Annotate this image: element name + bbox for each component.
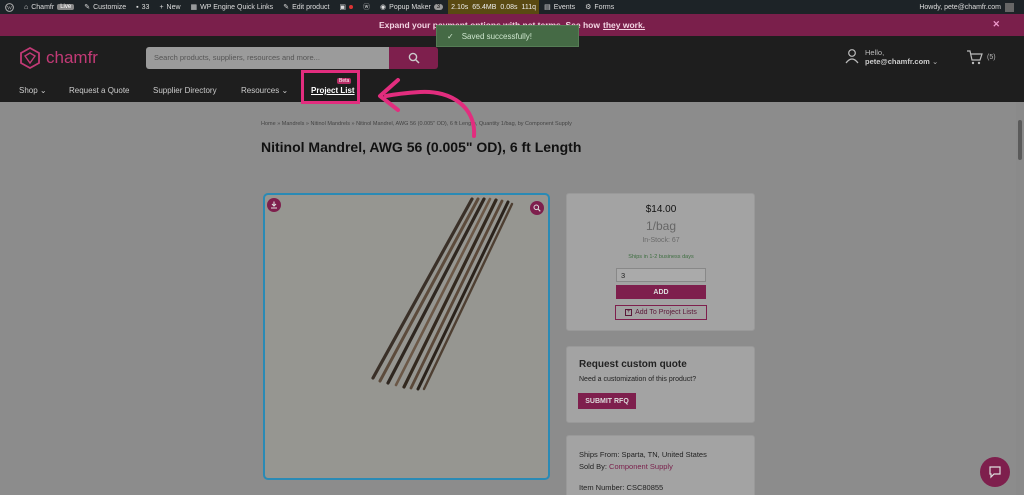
annotation-arrow-icon <box>378 78 477 138</box>
